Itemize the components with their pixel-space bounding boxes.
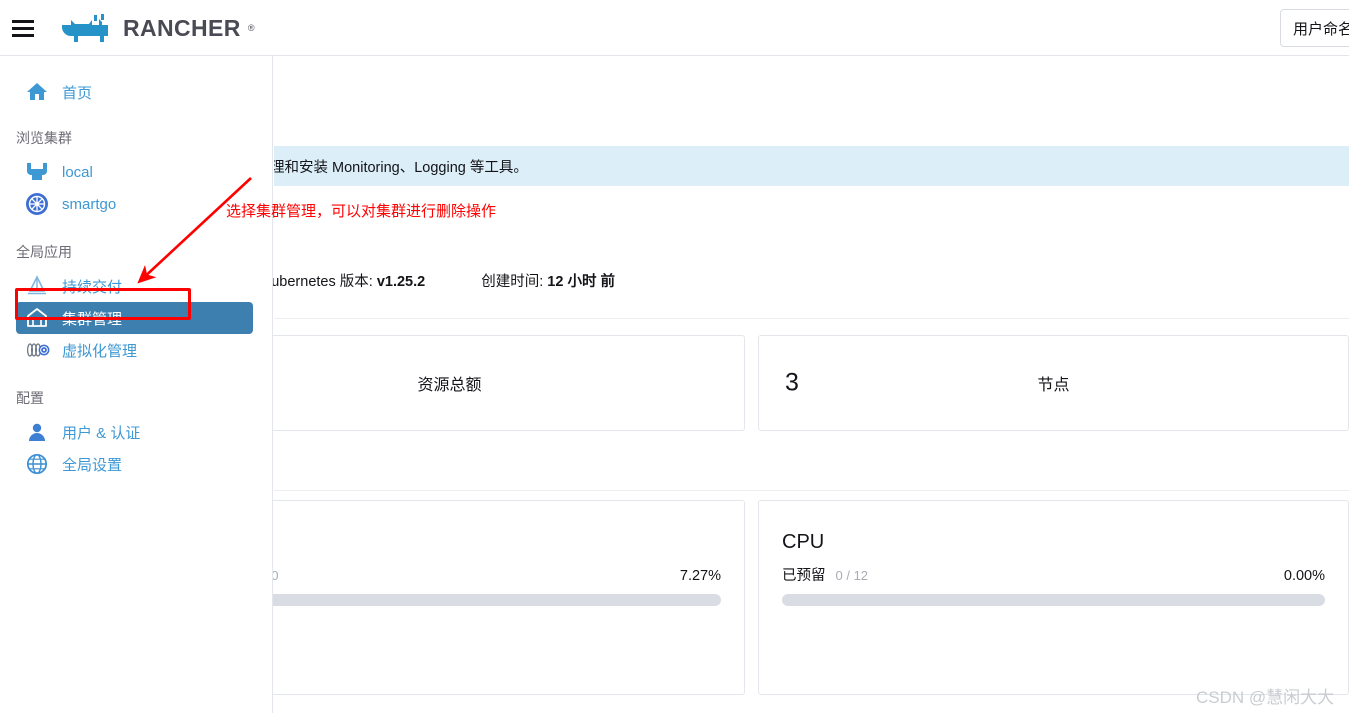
meta-created-value: 12 小时 前: [547, 274, 615, 290]
rancher-trademark: ®: [247, 23, 255, 33]
meta-k8s-version-label: Kubernetes 版本:: [261, 274, 373, 290]
rancher-dashboard-window: 群仪表板 tgo 商: 其他 Kubernetes 版本: v1.25.2 创建…: [0, 0, 1349, 713]
sidebar-item-global-settings-label: 全局设置: [62, 456, 123, 474]
namespace-selector-value: 用户命名空间: [1293, 20, 1349, 38]
gauge-card-cpu-state-label: 已预留: [782, 568, 826, 584]
namespace-selector[interactable]: 用户命名空间: [1280, 9, 1349, 47]
hamburger-bar: [12, 26, 34, 30]
sidebar-item-cluster-management[interactable]: 集群管理: [16, 302, 253, 334]
rancher-wordmark: RANCHER: [123, 14, 241, 41]
hamburger-bar: [12, 19, 34, 23]
rancher-cow-icon: [62, 14, 108, 42]
gauge-card-cpu-percent: 0.00%: [1283, 568, 1325, 584]
sidebar-item-global-settings[interactable]: 全局设置: [16, 448, 256, 480]
virtualization-icon: [24, 338, 50, 362]
sidebar-section-global-apps-title: 全局应用: [16, 244, 72, 260]
divider-capacity: [274, 490, 1349, 491]
hamburger-bar: [12, 33, 34, 37]
fleet-sailboat-icon: [24, 274, 50, 298]
gauge-card-cpu-track: [782, 594, 1325, 606]
gauge-card-cpu-fraction: 0 / 12: [835, 568, 869, 583]
gauge-card-pod-percent: 7.27%: [679, 568, 721, 584]
home-icon: [24, 80, 50, 104]
sidebar-item-smartgo-label: smartgo: [62, 195, 117, 213]
hamburger-menu-icon[interactable]: [12, 16, 36, 40]
sidebar-item-continuous-delivery[interactable]: 持续交付: [16, 270, 256, 302]
gauge-card-cpu: CPU 已预留 0 / 12 0.00%: [758, 500, 1349, 695]
page-title: 群仪表板: [154, 74, 1349, 109]
count-card-nodes-number: 3: [785, 368, 799, 397]
sidebar-item-virtualization-label: 虚拟化管理: [62, 342, 138, 360]
rancher-cow-icon: [24, 160, 50, 184]
kubernetes-icon: [24, 192, 50, 216]
sidebar-item-home-label: 首页: [62, 84, 93, 102]
sidebar-item-virtualization[interactable]: 虚拟化管理: [16, 334, 256, 366]
meta-created-label: 创建时间:: [481, 274, 544, 290]
top-header-bar: RANCHER ® 用户命名空间: [0, 0, 1349, 56]
sidebar-item-continuous-delivery-label: 持续交付: [62, 278, 123, 296]
gauge-cards-row: Pod 已使用 24 / 330 7.27% CPU 已预留 0 / 12 0.…: [154, 500, 1349, 695]
count-cards-row: 147 资源总额 3 节点: [154, 335, 1349, 431]
globe-icon: [24, 452, 50, 476]
sidebar-section-browse-clusters-title: 浏览集群: [16, 130, 72, 146]
gauge-card-cpu-meta: 已预留 0 / 12 0.00%: [782, 564, 1325, 585]
sidebar-item-smartgo[interactable]: smartgo: [16, 188, 256, 220]
count-card-resources-label: 资源总额: [417, 377, 482, 394]
gauge-card-cpu-title: CPU: [782, 531, 825, 553]
rancher-logo[interactable]: RANCHER ®: [60, 11, 254, 45]
sidebar-item-local[interactable]: local: [16, 156, 256, 188]
count-card-nodes-label: 节点: [1037, 377, 1070, 394]
page-subtitle: tgo: [154, 113, 1349, 129]
sidebar-item-users-and-auth[interactable]: 用户 & 认证: [16, 416, 256, 448]
meta-k8s-version: Kubernetes 版本: v1.25.2: [262, 270, 426, 291]
meta-k8s-version-value: v1.25.2: [376, 274, 426, 290]
meta-created: 创建时间: 12 小时 前: [481, 270, 615, 291]
user-icon: [24, 420, 50, 444]
sidebar-item-local-label: local: [62, 163, 93, 181]
sidebar-section-config-title: 配置: [16, 390, 44, 406]
main-content-inner: 群仪表板 tgo: [154, 56, 1349, 129]
divider-top: [274, 318, 1349, 319]
count-card-nodes[interactable]: 3 节点: [758, 335, 1349, 431]
sidebar-item-home[interactable]: 首页: [16, 76, 256, 108]
sidebar-item-cluster-management-label: 集群管理: [62, 310, 123, 328]
csdn-watermark: CSDN @慧闲大大: [1196, 688, 1335, 707]
sidebar-item-users-and-auth-label: 用户 & 认证: [62, 424, 141, 442]
sidebar: 首页 浏览集群 local smartgo 全局应用 持续交付 集群管理 虚拟化…: [0, 56, 273, 713]
cluster-management-icon: [24, 306, 50, 330]
